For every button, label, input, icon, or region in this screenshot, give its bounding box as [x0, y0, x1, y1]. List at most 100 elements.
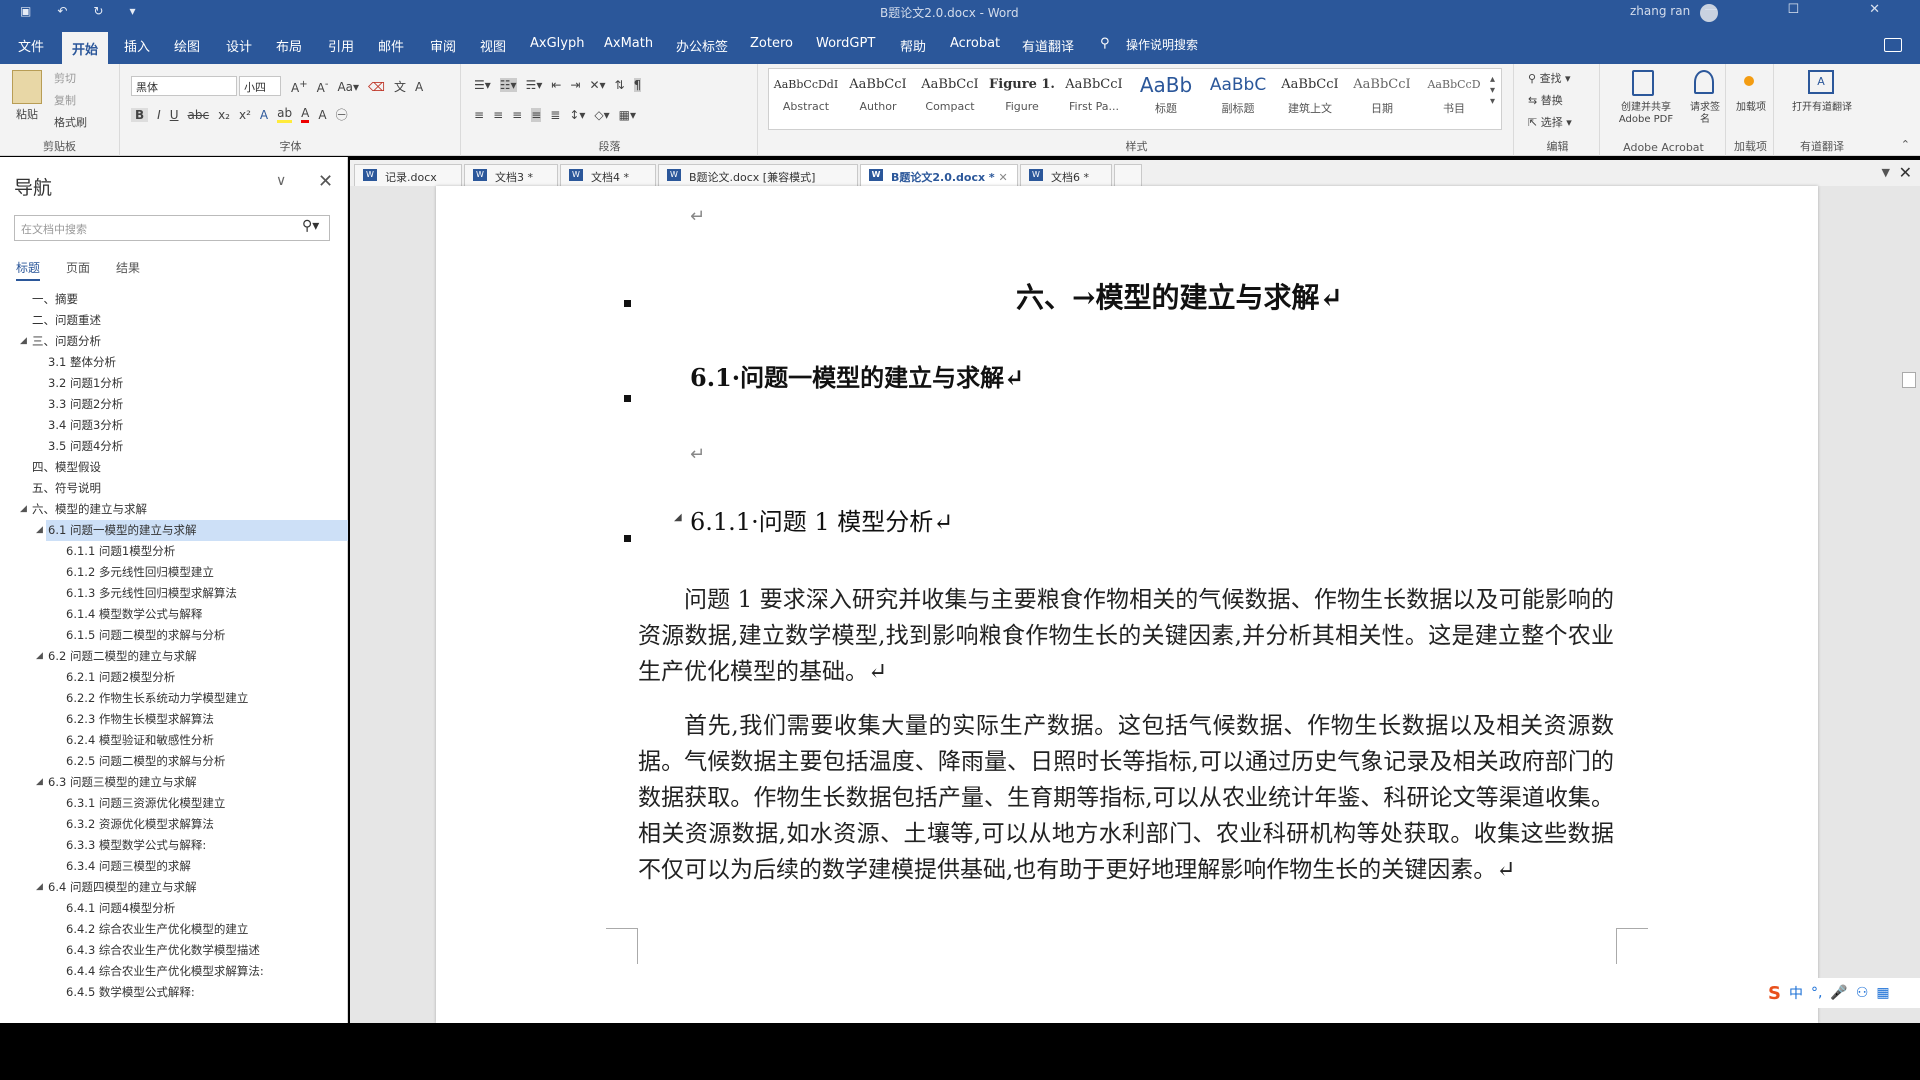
- close-tab-icon[interactable]: ✕: [999, 171, 1008, 184]
- superscript-icon[interactable]: x²: [239, 108, 251, 122]
- grid-menu-icon[interactable]: ▦: [1876, 985, 1889, 1001]
- user-name[interactable]: zhang ran: [1630, 4, 1690, 18]
- justify-icon[interactable]: ≡: [531, 108, 542, 122]
- phonetic-guide-icon[interactable]: 文: [394, 78, 406, 95]
- replace-button[interactable]: ⇆ 替换: [1528, 92, 1563, 108]
- doc-tab-active[interactable]: W B题论文2.0.docx * ✕: [860, 164, 1018, 186]
- heading-3[interactable]: 6.1.1·问题 1 模型分析↵: [690, 502, 953, 537]
- paste-icon[interactable]: [12, 70, 42, 104]
- doc-tab[interactable]: W 文档4 *: [560, 164, 656, 186]
- align-left-icon[interactable]: ≡: [474, 108, 484, 122]
- new-tab-button[interactable]: [1114, 164, 1142, 186]
- subscript-icon[interactable]: x₂: [218, 108, 230, 122]
- expand-triangle-icon[interactable]: ◢: [36, 520, 43, 541]
- collapse-triangle-icon[interactable]: ◢: [674, 512, 682, 523]
- outline-heading[interactable]: ◢ 6.2 问题二模型的建立与求解: [16, 646, 346, 667]
- style-author[interactable]: AaBbCcI Author: [842, 70, 914, 126]
- style-first-paragraph[interactable]: AaBbCcI First Pa...: [1058, 70, 1130, 126]
- decrease-indent-icon[interactable]: ⇤: [551, 78, 561, 92]
- style-custom[interactable]: AaBbCcI 建筑上文: [1274, 70, 1346, 126]
- outline-heading[interactable]: 6.1.1 问题1模型分析: [16, 541, 346, 562]
- skin-icon[interactable]: ⚇: [1856, 985, 1869, 1001]
- copy-button[interactable]: 复制: [54, 92, 76, 108]
- outline-heading[interactable]: 6.1.2 多元线性回归模型建立: [16, 562, 346, 583]
- minimize-icon[interactable]: —: [1704, 2, 1717, 17]
- outline-heading[interactable]: 3.4 问题3分析: [16, 415, 346, 436]
- redo-icon[interactable]: ↻: [93, 4, 103, 18]
- sogou-logo-icon[interactable]: S: [1768, 983, 1781, 1004]
- vertical-scrollbar[interactable]: [1898, 186, 1920, 1023]
- paste-button[interactable]: 粘贴: [16, 106, 38, 122]
- increase-indent-icon[interactable]: ⇥: [570, 78, 580, 92]
- addins-button[interactable]: 加载项: [1736, 102, 1766, 114]
- maximize-icon[interactable]: ☐: [1787, 2, 1799, 17]
- cut-button[interactable]: 剪切: [54, 70, 76, 86]
- outline-heading[interactable]: 6.4.3 综合农业生产优化数学模型描述: [16, 940, 346, 961]
- char-border-icon[interactable]: A: [415, 80, 423, 94]
- expand-triangle-icon[interactable]: ◢: [36, 772, 43, 793]
- chinese-layout-icon[interactable]: ✕▾: [589, 78, 605, 92]
- tab-file[interactable]: 文件: [18, 36, 44, 55]
- bullets-icon[interactable]: ☰▾: [474, 78, 491, 92]
- multilevel-list-icon[interactable]: ☴▾: [526, 78, 543, 92]
- text-effects-icon[interactable]: A: [260, 108, 268, 122]
- request-sign-icon[interactable]: [1694, 70, 1714, 94]
- outline-heading[interactable]: 一、摘要: [16, 289, 346, 310]
- undo-icon[interactable]: ↶: [57, 4, 67, 18]
- comments-icon[interactable]: [1884, 38, 1902, 52]
- show-marks-icon[interactable]: ¶: [633, 78, 642, 92]
- tab-home[interactable]: 开始: [62, 32, 109, 64]
- style-compact[interactable]: AaBbCcI Compact: [914, 70, 986, 126]
- tab-youdao[interactable]: 有道翻译: [1022, 36, 1074, 55]
- char-shading-icon[interactable]: A: [318, 108, 326, 122]
- open-youdao-button[interactable]: 打开有道翻译: [1790, 102, 1854, 114]
- expand-triangle-icon[interactable]: ◢: [36, 877, 43, 898]
- font-name-select[interactable]: 黑体: [131, 76, 237, 96]
- outline-heading[interactable]: 6.4.4 综合农业生产优化模型求解算法:: [16, 961, 346, 982]
- borders-icon[interactable]: ▦▾: [619, 108, 636, 122]
- search-icon[interactable]: ⚲▾: [302, 218, 319, 234]
- nav-tab-pages[interactable]: 页面: [66, 259, 90, 281]
- customize-icon[interactable]: ▾: [129, 4, 135, 18]
- outline-heading[interactable]: 6.1.3 多元线性回归模型求解算法: [16, 583, 346, 604]
- close-icon[interactable]: ✕: [1869, 2, 1880, 17]
- outline-heading[interactable]: 五、符号说明: [16, 478, 346, 499]
- tab-acrobat[interactable]: Acrobat: [950, 36, 1000, 51]
- outline-heading[interactable]: 6.4.2 综合农业生产优化模型的建立: [16, 919, 346, 940]
- tab-mailings[interactable]: 邮件: [378, 36, 404, 55]
- microphone-icon[interactable]: 🎤: [1830, 985, 1847, 1001]
- addins-icon[interactable]: [1744, 76, 1754, 86]
- outline-heading[interactable]: 二、问题重述: [16, 310, 346, 331]
- outline-heading[interactable]: 3.3 问题2分析: [16, 394, 346, 415]
- align-center-icon[interactable]: ≡: [493, 108, 503, 122]
- translate-icon[interactable]: A: [1808, 70, 1834, 94]
- highlight-icon[interactable]: ab: [277, 106, 293, 123]
- heading-1[interactable]: 六、→模型的建立与求解↵: [1016, 276, 1343, 316]
- style-date[interactable]: AaBbCcI 日期: [1346, 70, 1418, 126]
- tab-axmath[interactable]: AxMath: [604, 36, 653, 51]
- document-page[interactable]: ↵ 六、→模型的建立与求解↵ 6.1·问题一模型的建立与求解↵ ↵ ◢ 6.1.…: [436, 186, 1818, 1023]
- tab-draw[interactable]: 绘图: [174, 36, 200, 55]
- grow-font-icon[interactable]: A+: [291, 79, 308, 95]
- outline-heading[interactable]: ◢ 三、问题分析: [16, 331, 346, 352]
- strikethrough-icon[interactable]: abc: [188, 108, 210, 122]
- tell-me-search[interactable]: 操作说明搜索: [1126, 36, 1198, 53]
- expand-triangle-icon[interactable]: ◢: [20, 331, 27, 352]
- outline-heading[interactable]: ◢ 6.3 问题三模型的建立与求解: [16, 772, 346, 793]
- outline-heading[interactable]: 6.2.3 作物生长模型求解算法: [16, 709, 346, 730]
- format-painter-button[interactable]: 格式刷: [54, 114, 87, 130]
- numbering-icon[interactable]: ☷▾: [499, 78, 517, 92]
- outline-heading[interactable]: 6.3.2 资源优化模型求解算法: [16, 814, 346, 835]
- tab-office-tab[interactable]: 办公标签: [676, 36, 728, 55]
- doc-tab[interactable]: W 文档6 *: [1020, 164, 1112, 186]
- nav-tab-results[interactable]: 结果: [116, 259, 140, 281]
- heading-2[interactable]: 6.1·问题一模型的建立与求解↵: [690, 358, 1024, 393]
- pdf-create-icon[interactable]: [1632, 70, 1654, 96]
- outline-heading[interactable]: 6.3.1 问题三资源优化模型建立: [16, 793, 346, 814]
- font-size-select[interactable]: 小四: [239, 76, 281, 96]
- style-subtitle[interactable]: AaBbC 副标题: [1202, 70, 1274, 126]
- body-paragraph[interactable]: 首先,我们需要收集大量的实际生产数据。这包括气候数据、作物生长数据以及相关资源数…: [638, 708, 1614, 888]
- shrink-font-icon[interactable]: A-: [317, 79, 329, 95]
- doc-tab[interactable]: W 文档3 *: [464, 164, 558, 186]
- ime-language[interactable]: 中: [1789, 983, 1803, 1003]
